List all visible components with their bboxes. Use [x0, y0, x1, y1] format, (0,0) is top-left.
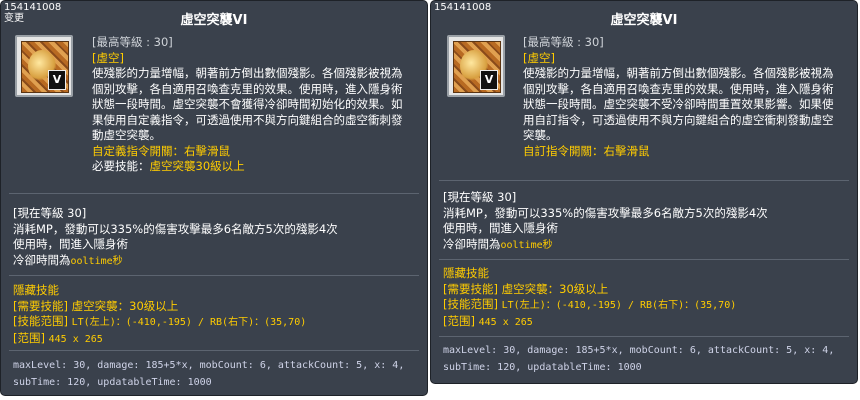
hidden-skill-title: 隱藏技能	[13, 283, 59, 297]
skill-tooltip-left: 154141008 变更 虛空突襲VI V [最高等級 : 30] [虛空] 使…	[0, 0, 428, 396]
skill-title: 虛空突襲VI	[610, 13, 678, 28]
hidden-range-label: [技能范围]	[443, 297, 498, 311]
v-badge-icon: V	[480, 70, 498, 90]
cooldown-prefix: 冷卻時間為	[443, 236, 501, 251]
skill-art-icon: V	[453, 41, 501, 93]
desc-line: 用自訂指令，可透過使用不與方向鍵組合的虛空衝刺發動虛空	[523, 112, 834, 127]
hidden-required-label: [需要技能]	[443, 281, 498, 296]
hidden-range-value: LT(左上)：(-410,-195) / RB(右下)：(35,70)	[71, 317, 307, 328]
desc-line: 突襲。	[523, 128, 558, 142]
desc-line: 使殘影的力量增幅，朝著前方倒出數個殘影。各個殘影被視為	[92, 66, 403, 80]
hidden-range: [技能范围] LT(左上)：(-410,-195) / RB(右下)：(35,7…	[443, 297, 849, 314]
desc-line: 狀態一段時間。虛空突襲不會獲得冷卻時間初始化的效果。如	[92, 97, 403, 111]
skill-art-icon: V	[21, 41, 69, 93]
custom-command: 自定義指令開關：右擊滑鼠	[92, 143, 230, 158]
element-tag: [虛空]	[523, 50, 555, 65]
skill-meta: maxLevel: 30, damage: 185+5*x, mobCount:…	[13, 357, 419, 391]
skill-tooltip-right: 154141008 虛空突襲VI V [最高等級 : 30] [虛空] 使殘影的…	[430, 0, 858, 384]
max-level: [最高等級 : 30]	[92, 35, 173, 49]
skill-meta: maxLevel: 30, damage: 185+5*x, mobCount:…	[443, 342, 849, 376]
current-level: [現在等級 30]	[13, 206, 87, 220]
hidden-required-label: [需要技能]	[13, 298, 68, 313]
hidden-required-value: 虛空突襲：30级以上	[501, 281, 609, 296]
divider	[439, 259, 849, 260]
desc-line: 個別攻擊，各自適用召喚查克里的效果。使用時，進入隱身術	[523, 81, 834, 96]
hidden-required-value: 虛空突襲：30级以上	[71, 298, 179, 313]
skill-description: [最高等級 : 30] [虛空] 使殘影的力量增幅，朝著前方倒出數個殘影。各個殘…	[523, 35, 847, 159]
required-value: 虛空突襲30級以上	[149, 159, 245, 173]
desc-line: 狀態一段時間。虛空突襲不受冷卻時間重置效果影響。如果使	[523, 97, 834, 111]
v-badge-icon: V	[48, 70, 66, 90]
cooldown-line: 冷卻時間為ooltime秒	[443, 237, 849, 254]
hidden-skill-info: 隱藏技能 [需要技能] 虛空突襲：30级以上 [技能范围] LT(左上)：(-4…	[13, 283, 419, 347]
divider	[9, 193, 419, 194]
desc-line: 個別攻擊，各自適用召喚查克里的效果。使用時，進入隱身術	[92, 81, 403, 96]
level-line: 消耗MP，發動可以335%的傷害攻擊最多6名敵方5次的殘影4次	[13, 221, 338, 236]
level-line: 消耗MP，發動可以335%的傷害攻擊最多6名敵方5次的殘影4次	[443, 205, 768, 220]
divider	[9, 350, 419, 351]
max-level: [最高等級 : 30]	[523, 35, 604, 49]
level-line: 使用時，間進入隱身術	[13, 237, 128, 251]
skill-description: [最高等級 : 30] [虛空] 使殘影的力量增幅，朝著前方倒出數個殘影。各個殘…	[92, 35, 417, 175]
current-level: [現在等級 30]	[443, 190, 517, 204]
hidden-range-value: LT(左上)：(-410,-195) / RB(右下)：(35,70)	[501, 300, 737, 311]
level-line: 使用時，間進入隱身術	[443, 221, 558, 235]
divider	[439, 336, 849, 337]
custom-command: 自訂指令開關：右擊滑鼠	[523, 143, 650, 158]
hidden-skill-title: 隱藏技能	[443, 266, 489, 280]
hidden-area-value: 445 x 265	[48, 333, 103, 345]
cooldown-value: ooltime秒	[70, 255, 123, 267]
element-tag: [虛空]	[92, 50, 124, 65]
divider	[439, 180, 849, 181]
meta-line: maxLevel: 30, damage: 185+5*x, mobCount:…	[13, 360, 405, 371]
cooldown-line: 冷卻時間為ooltime秒	[13, 253, 419, 270]
divider	[9, 275, 419, 276]
hidden-range: [技能范围] LT(左上)：(-410,-195) / RB(右下)：(35,7…	[13, 314, 419, 331]
level-info: [現在等級 30] 消耗MP，發動可以335%的傷害攻擊最多6名敵方5次的殘影4…	[443, 190, 849, 253]
desc-line: 動虛空突襲。	[92, 128, 161, 142]
meta-line: maxLevel: 30, damage: 185+5*x, mobCount:…	[443, 345, 835, 356]
cooldown-value: ooltime秒	[500, 239, 553, 251]
hidden-range-label: [技能范围]	[13, 314, 68, 328]
hidden-skill-info: 隱藏技能 [需要技能] 虛空突襲：30级以上 [技能范围] LT(左上)：(-4…	[443, 266, 849, 330]
skill-icon: V	[15, 35, 73, 97]
hidden-area: [范围] 445 x 265	[13, 331, 419, 348]
desc-line: 使殘影的力量增幅，朝著前方倒出數個殘影。各個殘影被視為	[523, 66, 834, 80]
meta-line: subTime: 120, updatableTime: 1000	[443, 362, 642, 373]
skill-icon: V	[447, 35, 505, 97]
skill-title: 虛空突襲VI	[180, 13, 248, 28]
hidden-required: [需要技能] 虛空突襲：30级以上	[443, 282, 849, 298]
cooldown-prefix: 冷卻時間為	[13, 252, 71, 267]
required-skill: 必要技能：虛空突襲30級以上	[92, 159, 417, 175]
hidden-area-value: 445 x 265	[478, 316, 533, 328]
desc-line: 果使用自定義指令，可透過使用不與方向鍵組合的虛空衝刺發	[92, 112, 403, 127]
hidden-required: [需要技能] 虛空突襲：30级以上	[13, 299, 419, 315]
meta-line: subTime: 120, updatableTime: 1000	[13, 377, 212, 388]
hidden-area: [范围] 445 x 265	[443, 314, 849, 331]
level-info: [現在等級 30] 消耗MP，發動可以335%的傷害攻擊最多6名敵方5次的殘影4…	[13, 206, 419, 269]
hidden-area-label: [范围]	[13, 330, 45, 345]
hidden-area-label: [范围]	[443, 313, 475, 328]
required-prefix: 必要技能：	[92, 159, 150, 173]
